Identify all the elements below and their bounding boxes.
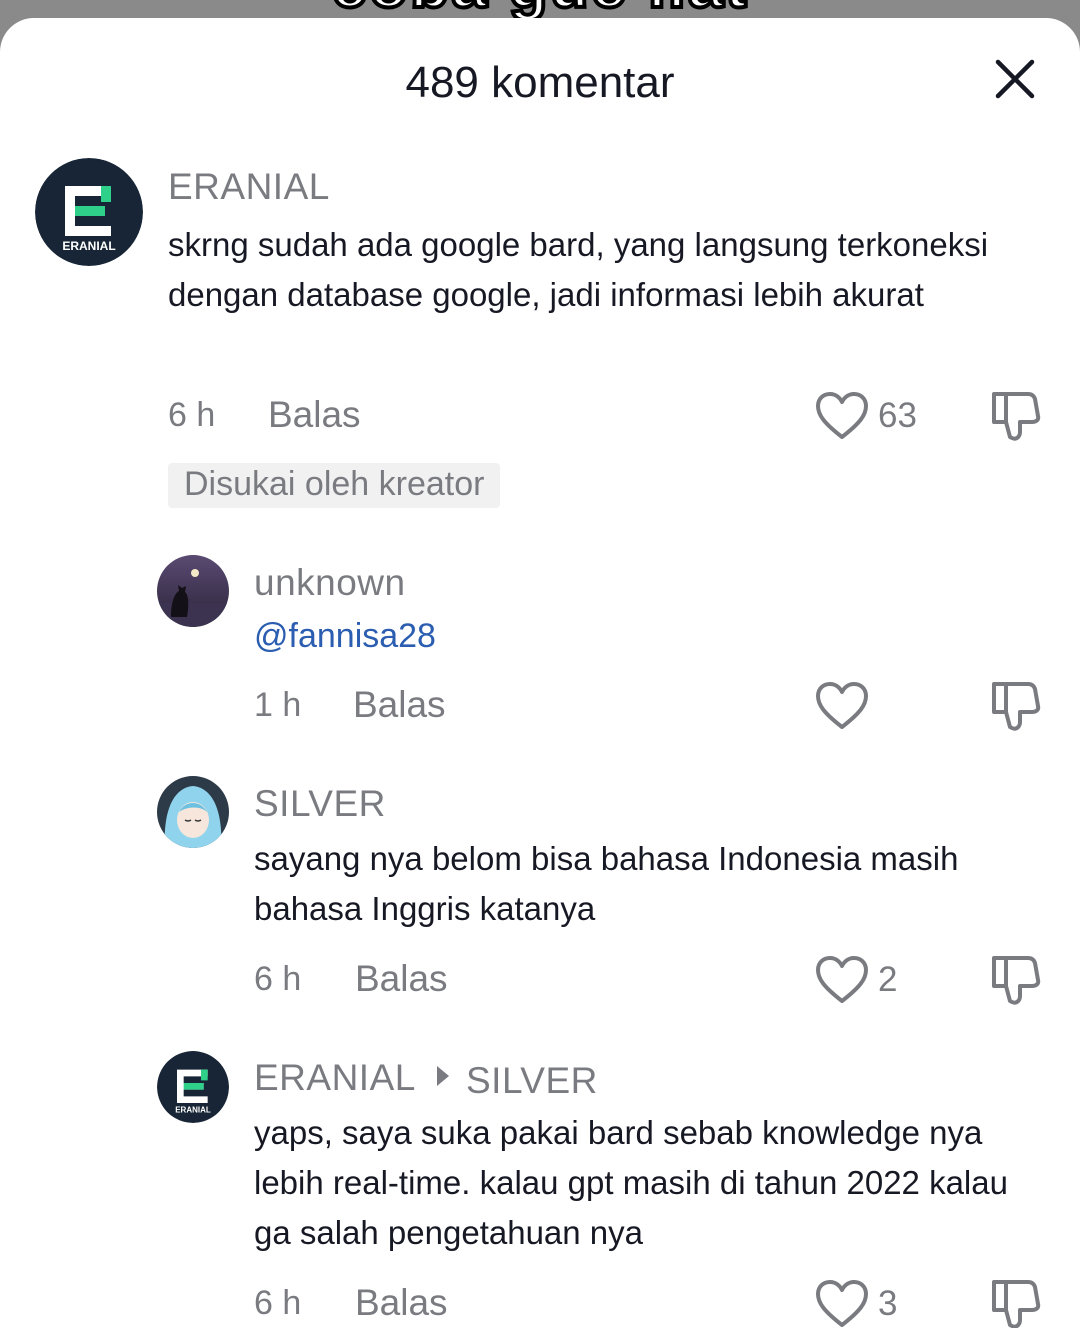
comment-count-title: 489 komentar — [405, 58, 675, 107]
reply-arrow-icon — [437, 1066, 449, 1086]
comment-username[interactable]: SILVER — [254, 783, 386, 825]
close-icon[interactable] — [988, 52, 1042, 106]
like-count: 2 — [878, 960, 898, 999]
comments-header: 489 komentar — [0, 18, 1080, 148]
comments-sheet: 489 komentar ERANIAL ERANIAL skrng sudah… — [0, 18, 1080, 1328]
reply-button[interactable]: Balas — [268, 394, 361, 436]
like-count: 63 — [878, 396, 917, 435]
eranial-logo-icon: ERANIAL — [35, 158, 143, 266]
comment-time: 1 h — [254, 686, 302, 724]
thumbs-down-icon[interactable] — [988, 388, 1044, 444]
liked-by-creator-badge: Disukai oleh kreator — [168, 463, 501, 508]
heart-icon[interactable] — [814, 954, 870, 1006]
comment-time: 6 h — [168, 396, 216, 434]
comment-username[interactable]: unknown — [254, 562, 406, 604]
avatar[interactable] — [157, 776, 229, 848]
reply-button[interactable]: Balas — [355, 1282, 448, 1324]
eranial-logo-icon: ERANIAL — [157, 1051, 229, 1123]
thumbs-down-icon[interactable] — [988, 678, 1044, 734]
svg-text:ERANIAL: ERANIAL — [175, 1105, 211, 1114]
heart-icon[interactable] — [814, 1278, 870, 1328]
comment-text: sayang nya belom bisa bahasa Indonesia m… — [254, 840, 959, 927]
heart-icon[interactable] — [814, 390, 870, 442]
comment-username[interactable]: ERANIAL — [254, 1057, 416, 1099]
comment-username[interactable]: ERANIAL — [168, 166, 330, 208]
svg-text:ERANIAL: ERANIAL — [62, 239, 115, 253]
comment-time: 6 h — [254, 1284, 302, 1322]
comment-text: skrng sudah ada google bard, yang langsu… — [168, 226, 989, 313]
avatar[interactable]: ERANIAL — [157, 1051, 229, 1123]
comment-text: yaps, saya suka pakai bard sebab knowled… — [254, 1114, 1008, 1251]
reply-button[interactable]: Balas — [353, 684, 446, 726]
avatar[interactable]: ERANIAL — [35, 158, 143, 266]
reply-button[interactable]: Balas — [355, 958, 448, 1000]
avatar[interactable] — [157, 555, 229, 627]
reply-to-username[interactable]: SILVER — [466, 1060, 598, 1102]
thumbs-down-icon[interactable] — [988, 1276, 1044, 1328]
like-count: 3 — [878, 1284, 898, 1323]
comment-time: 6 h — [254, 960, 302, 998]
mention-link[interactable]: @fannisa28 — [254, 617, 436, 656]
thumbs-down-icon[interactable] — [988, 952, 1044, 1008]
heart-icon[interactable] — [814, 680, 870, 732]
